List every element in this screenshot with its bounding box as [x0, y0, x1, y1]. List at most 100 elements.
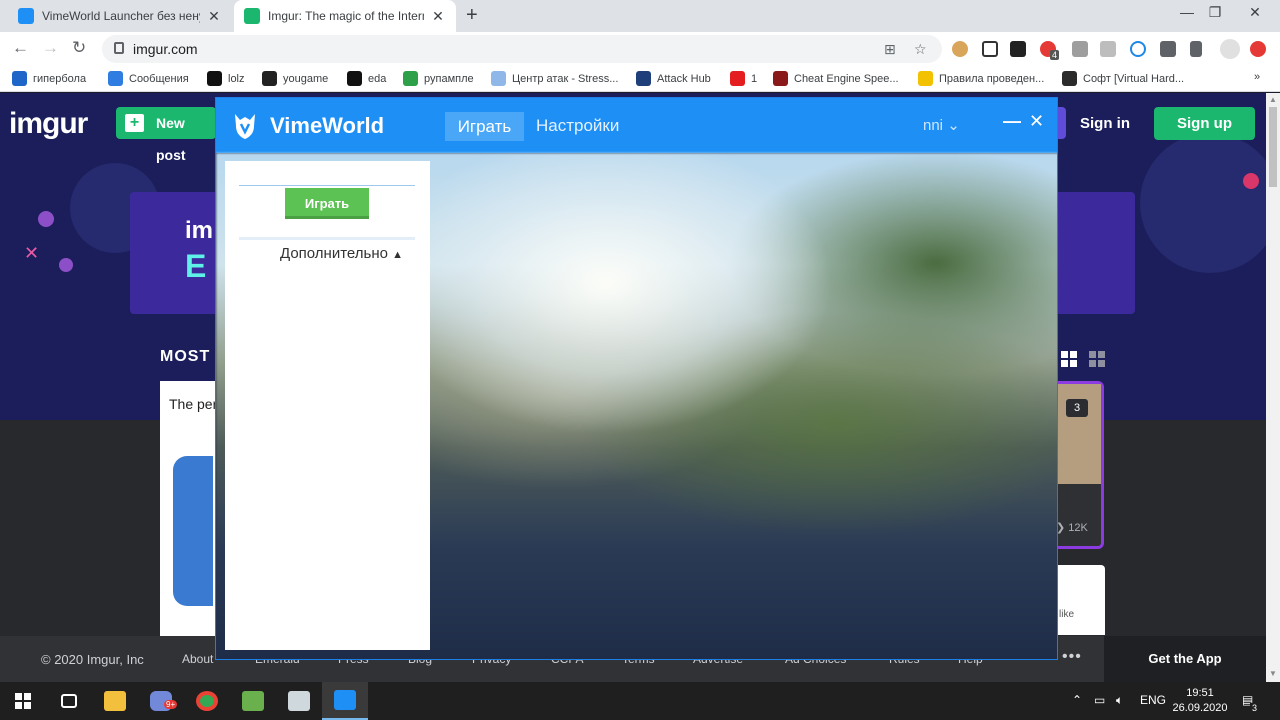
bookmark-label: Софт [Virtual Hard... — [1083, 72, 1185, 85]
launcher-header: VimeWorld Играть Настройки nni ⌄ — ✕ — [216, 98, 1057, 153]
extension-icon[interactable] — [1130, 41, 1146, 57]
bookmarks-overflow-button[interactable]: » — [1254, 71, 1260, 83]
scroll-down-icon[interactable]: ▼ — [1269, 669, 1277, 678]
clock-time: 19:51 — [1186, 687, 1214, 699]
bookmark-label: рупампле — [424, 72, 474, 85]
bookmark-item[interactable]: рупампле — [403, 71, 474, 86]
bookmark-item[interactable]: Центр атак - Stress... — [491, 71, 618, 86]
bookmark-item[interactable]: гипербола — [12, 71, 86, 86]
grid-view-icon[interactable] — [1061, 351, 1077, 367]
task-view-button[interactable] — [46, 682, 92, 720]
language-indicator[interactable]: ENG — [1140, 693, 1166, 707]
translate-icon[interactable]: ⊞ — [884, 41, 896, 58]
footer-link[interactable]: About — [182, 652, 213, 666]
bookmark-item[interactable]: Cheat Engine Spee... — [773, 71, 899, 86]
address-bar[interactable]: imgur.com ⊞ ☆ — [102, 35, 942, 63]
reload-icon[interactable]: ↻ — [72, 38, 86, 58]
tab-close-icon[interactable]: ✕ — [430, 8, 446, 25]
post-title: The per — [169, 396, 216, 412]
vimeworld-icon — [334, 690, 356, 710]
bookmark-item[interactable]: eda — [347, 71, 386, 86]
compact-grid-icon[interactable] — [1089, 351, 1105, 367]
bookmark-favicon-icon — [12, 71, 27, 86]
tab-settings[interactable]: Настройки — [536, 116, 619, 136]
launcher-close-button[interactable]: ✕ — [1029, 111, 1044, 132]
cube-extension-icon[interactable] — [982, 41, 998, 57]
scrollbar-thumb[interactable] — [1269, 107, 1277, 187]
bookmark-label: гипербола — [33, 72, 87, 85]
more-dots-icon[interactable]: ••• — [1062, 648, 1082, 666]
sign-up-button[interactable]: Sign up — [1154, 107, 1255, 140]
bookmark-label: Сообщения — [129, 72, 189, 85]
launcher-side-panel: Играть Дополнительно ▲ — [225, 161, 430, 650]
divider — [239, 237, 415, 240]
media-control-icon[interactable] — [1190, 41, 1202, 57]
user-menu[interactable]: nni ⌄ — [923, 116, 960, 134]
sign-in-link[interactable]: Sign in — [1080, 115, 1130, 132]
post-card[interactable]: The per — [160, 381, 216, 641]
new-tab-button[interactable]: + — [466, 4, 478, 27]
tab-vimeworld[interactable]: VimeWorld Launcher без ненужн ✕ — [8, 0, 232, 32]
close-window-button[interactable]: ✕ — [1232, 4, 1278, 21]
volume-icon[interactable]: 🔈︎ — [1116, 693, 1123, 708]
decor-x-icon: ✕ — [24, 243, 40, 263]
monitor-icon — [288, 691, 310, 711]
tray-overflow-icon[interactable]: ⌃ — [1072, 693, 1082, 707]
new-post-label: New post — [156, 115, 186, 163]
page-scrollbar[interactable]: ▲ ▼ — [1266, 93, 1280, 682]
extension-icon[interactable] — [1100, 41, 1116, 57]
discord-badge: 9+ — [164, 700, 178, 709]
image-count-badge: 3 — [1066, 399, 1088, 417]
bookmark-item[interactable]: 1 — [730, 71, 757, 86]
plus-icon: + — [125, 114, 144, 132]
taskbar-app-discord[interactable]: 9+ — [138, 682, 184, 720]
tab-title: Imgur: The magic of the Internet — [268, 9, 424, 23]
browser-tabstrip: VimeWorld Launcher без ненужн ✕ Imgur: T… — [0, 0, 1280, 32]
star-bookmark-icon[interactable]: ☆ — [914, 41, 927, 58]
tab-close-icon[interactable]: ✕ — [206, 8, 222, 25]
scroll-up-icon[interactable]: ▲ — [1269, 95, 1277, 104]
get-app-button[interactable]: Get the App — [1104, 636, 1266, 682]
taskbar-app-explorer[interactable] — [92, 682, 138, 720]
bookmarks-bar: гипербола Сообщения lolz yougame eda руп… — [0, 66, 1280, 92]
forward-arrow-icon[interactable]: → — [42, 38, 59, 58]
update-menu-icon[interactable] — [1250, 41, 1266, 57]
chevron-up-icon: ▲ — [392, 249, 404, 261]
network-icon[interactable]: ▭ — [1094, 693, 1105, 707]
post-card[interactable]: like — [1056, 565, 1105, 635]
new-post-button[interactable]: + New post — [116, 107, 216, 163]
bookmark-item[interactable]: Сообщения — [108, 71, 189, 86]
bookmark-favicon-icon — [108, 71, 123, 86]
taskbar-app-chrome[interactable] — [184, 682, 230, 720]
imgur-logo[interactable]: imgur — [9, 107, 88, 141]
tab-imgur[interactable]: Imgur: The magic of the Internet ✕ — [234, 0, 456, 32]
taskbar-app-screen[interactable] — [276, 682, 322, 720]
extension-icon[interactable] — [1010, 41, 1026, 57]
bookmark-item[interactable]: Софт [Virtual Hard... — [1062, 71, 1184, 86]
launcher-minimize-button[interactable]: — — [1003, 111, 1021, 132]
bookmark-favicon-icon — [262, 71, 277, 86]
system-clock[interactable]: 19:51 26.09.2020 — [1172, 686, 1228, 716]
bookmark-item[interactable]: Attack Hub — [636, 71, 711, 86]
bookmark-item[interactable]: yougame — [262, 71, 328, 86]
bookmark-favicon-icon — [918, 71, 933, 86]
windows-taskbar: 9+ ⌃ ▭ 🔈︎ ENG 19:51 26.09.2020 ▤ 3 — [0, 682, 1280, 720]
taskbar-app-notepad[interactable] — [230, 682, 276, 720]
bookmark-item[interactable]: Правила проведен... — [918, 71, 1044, 86]
bookmark-item[interactable]: lolz — [207, 71, 245, 86]
puzzle-extensions-icon[interactable] — [1160, 41, 1176, 57]
play-button[interactable]: Играть — [285, 188, 369, 219]
bookmark-favicon-icon — [491, 71, 506, 86]
lock-icon — [114, 42, 124, 54]
divider — [239, 185, 415, 186]
bookmark-favicon-icon — [1062, 71, 1077, 86]
start-button[interactable] — [0, 682, 46, 720]
back-arrow-icon[interactable]: ← — [12, 38, 29, 58]
taskbar-app-vimeworld[interactable] — [322, 682, 368, 720]
profile-avatar-icon[interactable] — [1220, 39, 1240, 59]
extension-icon[interactable] — [1072, 41, 1088, 57]
cookie-extension-icon[interactable] — [952, 41, 968, 57]
tab-play[interactable]: Играть — [445, 112, 524, 141]
more-options-toggle[interactable]: Дополнительно ▲ — [280, 245, 403, 262]
chrome-icon — [196, 691, 218, 711]
